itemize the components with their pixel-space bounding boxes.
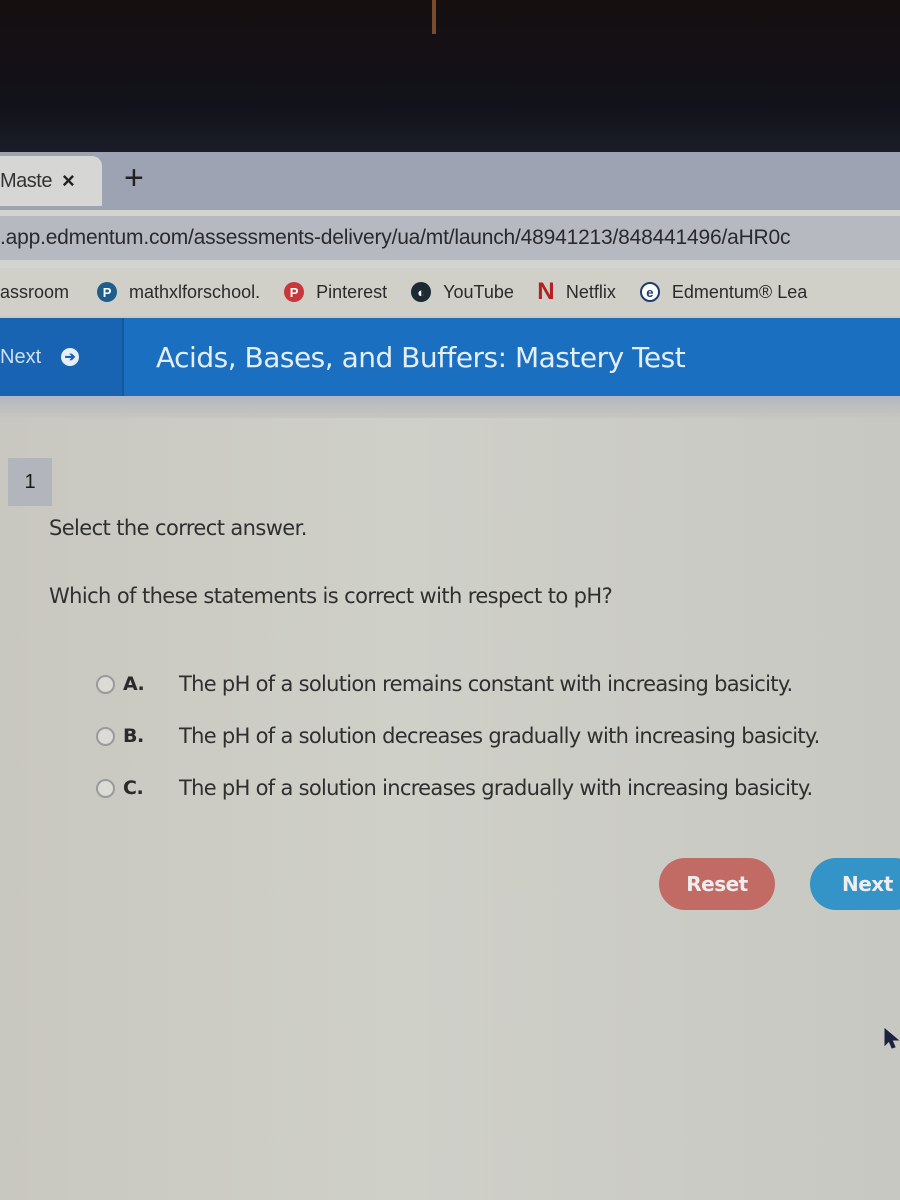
bookmark-label: Netflix xyxy=(565,281,616,302)
test-header-bar: Next ➔ Acids, Bases, and Buffers: Master… xyxy=(0,318,900,396)
bookmark-label: Edmentum® Lea xyxy=(671,281,808,302)
bookmarks-bar: assroom P mathxlforschool. P Pinterest ◐… xyxy=(0,268,900,316)
radio-button[interactable] xyxy=(96,726,115,746)
option-letter: C. xyxy=(123,777,144,799)
arrow-right-icon: ➔ xyxy=(61,348,80,366)
test-title: Acids, Bases, and Buffers: Mastery Test xyxy=(156,340,686,374)
question-number-badge[interactable]: 1 xyxy=(8,458,52,506)
bookmark-label: Pinterest xyxy=(316,281,388,302)
option-text: The pH of a solution increases gradually… xyxy=(179,776,813,800)
header-next-button[interactable]: Next ➔ xyxy=(0,318,124,396)
next-button[interactable]: Next xyxy=(810,858,900,910)
header-shadow xyxy=(0,396,900,418)
answer-options: A. The pH of a solution remains constant… xyxy=(96,658,820,814)
bookmark-netflix[interactable]: N Netflix xyxy=(537,278,616,305)
browser-tab-strip: Maste × + xyxy=(0,152,900,210)
bookmark-pinterest[interactable]: P Pinterest xyxy=(284,282,387,303)
new-tab-icon[interactable]: + xyxy=(124,158,144,198)
monitor-bezel xyxy=(0,0,900,152)
answer-option-c[interactable]: C. The pH of a solution increases gradua… xyxy=(96,762,820,814)
tab-title: Maste xyxy=(0,169,52,192)
globe-icon: ◐ xyxy=(411,282,432,302)
bookmark-edmentum[interactable]: e Edmentum® Lea xyxy=(639,281,808,303)
bookmark-youtube[interactable]: ◐ YouTube xyxy=(411,282,514,303)
bookmark-label: YouTube xyxy=(443,281,514,302)
bookmark-label: assroom xyxy=(0,281,70,302)
url-input[interactable]: .app.edmentum.com/assessments-delivery/u… xyxy=(0,216,900,260)
radio-button[interactable] xyxy=(96,778,115,798)
edmentum-icon: e xyxy=(639,282,660,302)
close-icon[interactable]: × xyxy=(62,168,75,194)
browser-tab[interactable]: Maste × xyxy=(0,156,102,206)
mouse-cursor-icon xyxy=(884,1028,900,1049)
bookmark-classroom[interactable]: assroom xyxy=(0,282,69,303)
address-bar: .app.edmentum.com/assessments-delivery/u… xyxy=(0,210,900,268)
bookmark-label: mathxlforschool. xyxy=(129,281,261,302)
answer-option-a[interactable]: A. The pH of a solution remains constant… xyxy=(96,658,820,710)
option-text: The pH of a solution decreases gradually… xyxy=(179,724,820,748)
option-letter: B. xyxy=(123,725,144,747)
option-letter: A. xyxy=(123,673,145,695)
url-text: .app.edmentum.com/assessments-delivery/u… xyxy=(0,226,791,249)
reset-button[interactable]: Reset xyxy=(659,858,775,910)
question-panel: 1 Select the correct answer. Which of th… xyxy=(0,418,900,1200)
netflix-icon: N xyxy=(537,278,555,305)
question-prompt: Which of these statements is correct wit… xyxy=(49,584,613,608)
bookmark-mathxlforschool[interactable]: P mathxlforschool. xyxy=(97,282,260,303)
option-text: The pH of a solution remains constant wi… xyxy=(179,672,793,696)
pinterest-icon: P xyxy=(284,282,305,302)
answer-option-b[interactable]: B. The pH of a solution decreases gradua… xyxy=(96,710,820,762)
header-next-label: Next xyxy=(0,345,42,368)
bezel-mark xyxy=(432,0,436,34)
radio-button[interactable] xyxy=(96,674,115,694)
pearson-icon: P xyxy=(97,282,118,302)
instruction-text: Select the correct answer. xyxy=(49,516,307,540)
